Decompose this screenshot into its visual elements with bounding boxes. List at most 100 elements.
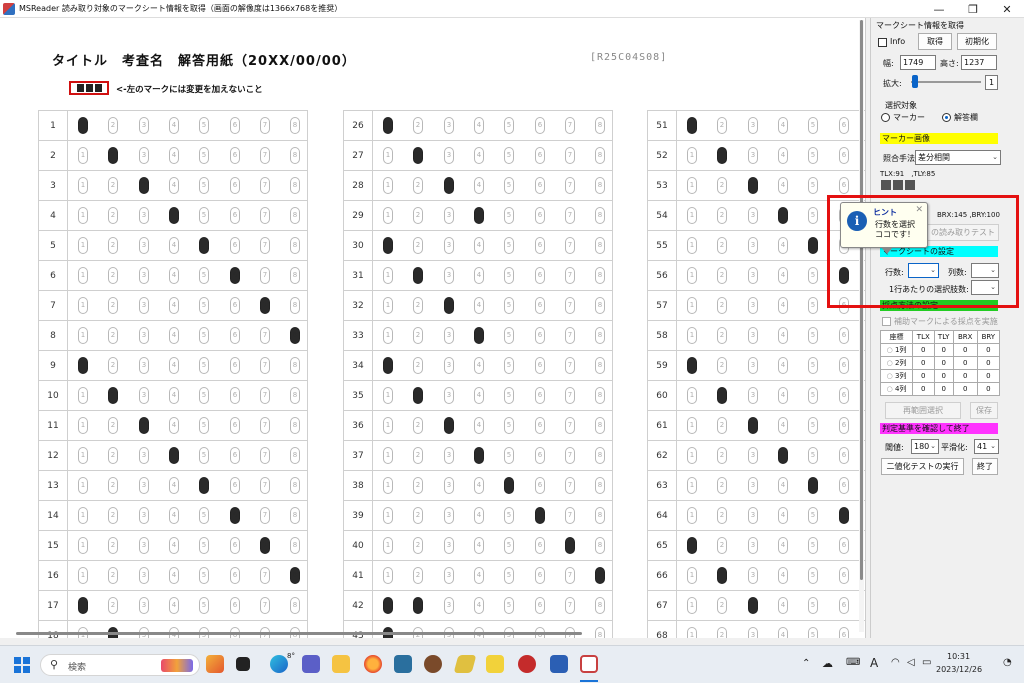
answer-bubble[interactable]: 1 <box>78 207 88 224</box>
answer-bubble[interactable]: 4 <box>778 567 788 584</box>
answer-bubble[interactable]: 1 <box>687 357 697 374</box>
answer-bubble[interactable]: 7 <box>565 177 575 194</box>
answer-bubble[interactable]: 5 <box>808 417 818 434</box>
width-field[interactable]: 1749 <box>900 55 936 70</box>
answer-bubble[interactable]: 7 <box>565 387 575 404</box>
start-button[interactable] <box>14 657 30 673</box>
answer-bubble[interactable]: 6 <box>839 327 849 344</box>
answer-bubble[interactable]: 2 <box>108 207 118 224</box>
sheet-marker-selection[interactable] <box>69 81 109 95</box>
answer-bubble[interactable]: 4 <box>474 537 484 554</box>
answer-bubble[interactable]: 1 <box>383 447 393 464</box>
vertical-scrollbar[interactable] <box>859 20 864 632</box>
teams-icon[interactable] <box>302 655 320 673</box>
answer-bubble[interactable]: 1 <box>687 597 697 614</box>
answer-bubble[interactable]: 3 <box>444 357 454 374</box>
answer-bubble[interactable]: 1 <box>383 177 393 194</box>
answer-bubble[interactable]: 1 <box>687 627 697 638</box>
answer-bubble[interactable]: 1 <box>383 357 393 374</box>
answer-bubble[interactable]: 6 <box>839 117 849 134</box>
answer-bubble[interactable]: 8 <box>290 297 300 314</box>
answer-bubble[interactable]: 8 <box>290 267 300 284</box>
answer-bubble[interactable]: 5 <box>199 327 209 344</box>
answer-bubble[interactable]: 4 <box>778 387 788 404</box>
answer-bubble[interactable]: 2 <box>108 477 118 494</box>
answer-bubble[interactable]: 1 <box>687 267 697 284</box>
answer-bubble[interactable]: 4 <box>474 387 484 404</box>
answer-bubble[interactable]: 6 <box>839 537 849 554</box>
answer-bubble[interactable]: 6 <box>839 387 849 404</box>
answer-bubble[interactable]: 5 <box>808 447 818 464</box>
answer-bubble[interactable]: 4 <box>169 237 179 254</box>
answer-bubble[interactable]: 2 <box>413 267 423 284</box>
answer-bubble[interactable]: 5 <box>199 567 209 584</box>
answer-bubble[interactable]: 3 <box>444 207 454 224</box>
answer-bubble[interactable]: 7 <box>565 357 575 374</box>
answer-bubble[interactable]: 4 <box>169 117 179 134</box>
answer-bubble[interactable]: 6 <box>839 177 849 194</box>
answer-bubble[interactable]: 2 <box>717 477 727 494</box>
answer-bubble[interactable]: 2 <box>717 507 727 524</box>
answer-bubble[interactable]: 6 <box>535 597 545 614</box>
answer-bubble[interactable]: 1 <box>687 387 697 404</box>
answer-bubble[interactable]: 6 <box>535 297 545 314</box>
answer-bubble[interactable]: 8 <box>290 417 300 434</box>
answer-bubble[interactable]: 5 <box>504 327 514 344</box>
answer-bubble[interactable]: 6 <box>535 177 545 194</box>
answer-bubble[interactable]: 4 <box>778 417 788 434</box>
answer-bubble[interactable]: 7 <box>565 267 575 284</box>
threshold-select[interactable]: 180 ⌄ <box>911 439 939 454</box>
answer-bubble[interactable]: 1 <box>687 507 697 524</box>
coord-row-label[interactable]: ○ 2列 <box>879 356 914 370</box>
answer-bubble[interactable]: 2 <box>413 297 423 314</box>
task-view-icon[interactable] <box>236 657 250 671</box>
answer-bubble[interactable]: 4 <box>474 237 484 254</box>
answer-bubble[interactable]: 6 <box>230 207 240 224</box>
answer-bubble[interactable]: 4 <box>778 297 788 314</box>
answer-bubble[interactable]: 8 <box>595 507 605 524</box>
answer-bubble[interactable]: 5 <box>199 597 209 614</box>
answer-bubble[interactable]: 3 <box>748 447 758 464</box>
answer-bubble[interactable]: 2 <box>413 177 423 194</box>
answer-bubble[interactable]: 5 <box>808 357 818 374</box>
answer-bubble[interactable]: 3 <box>139 267 149 284</box>
answer-bubble[interactable]: 4 <box>169 207 179 224</box>
answer-bubble[interactable]: 5 <box>504 147 514 164</box>
answer-bubble[interactable]: 4 <box>778 477 788 494</box>
answer-bubble[interactable]: 3 <box>139 117 149 134</box>
horizontal-scrollbar[interactable] <box>16 632 582 635</box>
answer-bubble[interactable]: 2 <box>413 507 423 524</box>
answer-bubble[interactable]: 1 <box>383 117 393 134</box>
answer-bubble[interactable]: 4 <box>474 297 484 314</box>
answer-bubble[interactable]: 2 <box>413 567 423 584</box>
answer-bubble[interactable]: 3 <box>139 567 149 584</box>
answer-bubble[interactable]: 6 <box>535 447 545 464</box>
coord-row-label[interactable]: ○ 1列 <box>879 343 914 357</box>
answer-bubble[interactable]: 4 <box>778 597 788 614</box>
answer-bubble[interactable]: 4 <box>778 117 788 134</box>
firefox-icon[interactable] <box>364 655 382 673</box>
answer-bubble[interactable]: 3 <box>139 387 149 404</box>
answer-bubble[interactable]: 6 <box>839 567 849 584</box>
answer-bubble[interactable]: 4 <box>474 357 484 374</box>
answer-bubble[interactable]: 4 <box>778 147 788 164</box>
keyboard-icon[interactable]: ⌨ <box>846 657 860 668</box>
close-button[interactable]: ✕ <box>990 0 1024 18</box>
answer-bubble[interactable]: 5 <box>808 177 818 194</box>
answer-bubble[interactable]: 7 <box>260 507 270 524</box>
answer-bubble[interactable]: 1 <box>687 447 697 464</box>
answer-bubble[interactable]: 4 <box>474 117 484 134</box>
wifi-icon[interactable]: ◠ <box>891 657 900 668</box>
answer-bubble[interactable]: 3 <box>139 507 149 524</box>
answer-bubble[interactable]: 1 <box>383 207 393 224</box>
answer-bubble[interactable]: 3 <box>444 507 454 524</box>
answer-bubble[interactable]: 4 <box>169 147 179 164</box>
answer-bubble[interactable]: 2 <box>717 447 727 464</box>
answer-bubble[interactable]: 6 <box>230 147 240 164</box>
answer-bubble[interactable]: 4 <box>169 327 179 344</box>
answer-bubble[interactable]: 8 <box>290 507 300 524</box>
answer-bubble[interactable]: 6 <box>535 387 545 404</box>
zoom-slider-track[interactable] <box>911 81 981 83</box>
answer-bubble[interactable]: 2 <box>108 387 118 404</box>
answer-bubble[interactable]: 6 <box>535 537 545 554</box>
